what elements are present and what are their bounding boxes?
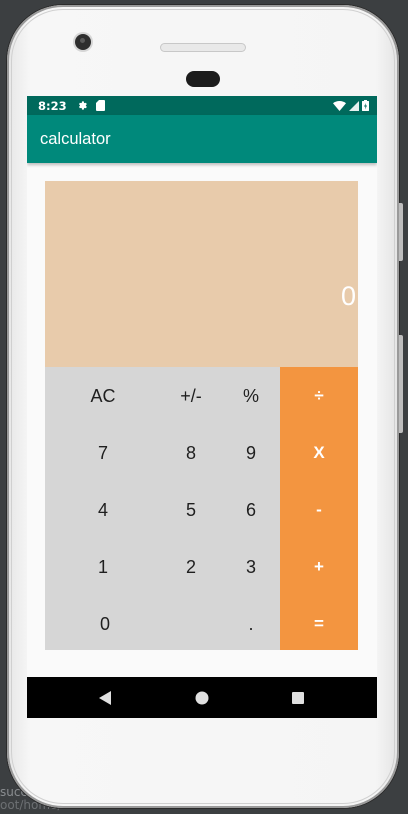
earpiece-speaker: [161, 44, 245, 51]
recents-icon: [292, 691, 304, 704]
back-button[interactable]: [85, 677, 125, 718]
plus-minus-button[interactable]: +/-: [163, 368, 219, 424]
six-button[interactable]: 6: [223, 482, 279, 538]
plus-button[interactable]: +: [280, 539, 358, 595]
home-icon: [195, 691, 209, 704]
sd-card-icon: [95, 100, 105, 111]
power-button: [399, 203, 403, 261]
home-button[interactable]: [182, 677, 222, 718]
calculator: 0 AC +/- % ÷ 7 8 9 X 4 5 6 - 1 2 3 + 0 .…: [45, 181, 358, 650]
app-bar: calculator: [27, 115, 377, 163]
status-bar: 8:23: [27, 96, 377, 115]
status-time: 8:23: [38, 98, 67, 113]
dot-button[interactable]: .: [223, 596, 279, 652]
three-button[interactable]: 3: [223, 539, 279, 595]
nine-button[interactable]: 9: [223, 425, 279, 481]
battery-icon: [362, 100, 369, 111]
eight-button[interactable]: 8: [163, 425, 219, 481]
main-content: 0 AC +/- % ÷ 7 8 9 X 4 5 6 - 1 2 3 + 0 .…: [27, 163, 377, 677]
front-camera-icon: [75, 34, 91, 50]
two-button[interactable]: 2: [163, 539, 219, 595]
one-button[interactable]: 1: [75, 539, 131, 595]
seven-button[interactable]: 7: [75, 425, 131, 481]
display-value: 0: [340, 281, 356, 311]
speaker-grille: [186, 71, 220, 87]
settings-gear-icon: [78, 101, 87, 110]
ac-button[interactable]: AC: [61, 368, 145, 424]
equals-button[interactable]: =: [280, 596, 358, 652]
recents-button[interactable]: [278, 677, 318, 718]
multiply-button[interactable]: X: [280, 425, 358, 481]
calculator-display: 0: [45, 181, 358, 367]
percent-button[interactable]: %: [223, 368, 279, 424]
wifi-icon: [333, 100, 346, 111]
divide-button[interactable]: ÷: [280, 368, 358, 424]
volume-button: [399, 335, 403, 433]
minus-button[interactable]: -: [280, 482, 358, 538]
four-button[interactable]: 4: [75, 482, 131, 538]
back-icon: [98, 690, 111, 705]
navigation-bar: [27, 677, 377, 718]
signal-icon: [349, 100, 359, 111]
zero-button[interactable]: 0: [77, 596, 133, 652]
five-button[interactable]: 5: [163, 482, 219, 538]
calculator-keypad: AC +/- % ÷ 7 8 9 X 4 5 6 - 1 2 3 + 0 . =: [45, 367, 358, 650]
phone-screen: 8:23 calculator 0 AC +/- % ÷ 7 8 9 X 4 5…: [27, 96, 377, 718]
app-title: calculator: [40, 129, 111, 148]
